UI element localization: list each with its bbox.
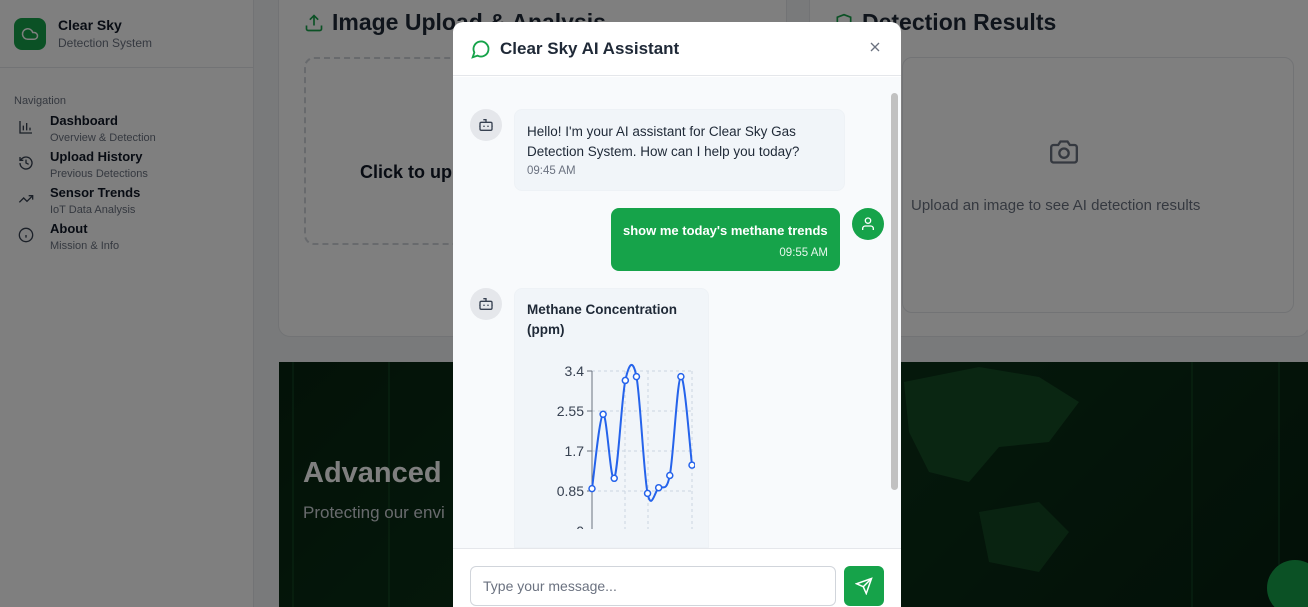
y-tick-label: 0: [576, 523, 584, 529]
data-point: [588, 484, 596, 493]
bot-chart-message: Methane Concentration (ppm) 0 0.85 1.7 2.55…: [514, 288, 709, 548]
bot-avatar: [470, 288, 502, 320]
data-point: [688, 461, 695, 469]
send-button[interactable]: [844, 566, 884, 606]
message-time: 09:55 AM: [779, 247, 828, 259]
send-icon: [855, 577, 873, 595]
bot-icon: [479, 298, 493, 310]
y-tick-label: 2.55: [557, 403, 584, 419]
series-line: [591, 364, 693, 502]
chat-footer: [453, 548, 901, 607]
message-input[interactable]: [470, 566, 836, 606]
y-tick-label: 1.7: [565, 443, 585, 459]
bot-avatar: [470, 109, 502, 141]
chat-modal: Clear Sky AI Assistant Hello! I'm your A…: [453, 22, 901, 607]
chart-title: Methane Concentration (ppm): [527, 302, 678, 337]
user-avatar: [852, 208, 884, 240]
user-icon: [862, 217, 874, 230]
chat-messages[interactable]: Hello! I'm your AI assistant for Clear S…: [453, 77, 901, 548]
bot-icon: [479, 119, 493, 131]
data-point: [610, 474, 618, 483]
message-circle-icon: [471, 40, 490, 59]
close-icon[interactable]: [867, 39, 883, 55]
methane-line-chart: 0 0.85 1.7 2.55 3.4: [557, 363, 695, 529]
message-time: 09:45 AM: [527, 165, 576, 177]
chat-header: Clear Sky AI Assistant: [453, 22, 901, 76]
message-text: Hello! I'm your AI assistant for Clear S…: [527, 124, 800, 159]
user-message: show me today's methane trends 09:55 AM: [611, 208, 840, 271]
bot-message: Hello! I'm your AI assistant for Clear S…: [514, 109, 845, 191]
data-point: [643, 489, 652, 498]
data-point: [599, 410, 607, 419]
y-tick-label: 3.4: [565, 363, 585, 379]
data-point: [677, 372, 685, 381]
data-point: [666, 471, 674, 480]
message-text: show me today's methane trends: [623, 223, 828, 238]
data-point: [621, 376, 630, 385]
data-point: [654, 483, 663, 492]
y-tick-label: 0.85: [557, 483, 584, 499]
chat-title: Clear Sky AI Assistant: [500, 38, 680, 58]
chat-scrollbar[interactable]: [891, 93, 898, 490]
data-point: [632, 372, 641, 381]
